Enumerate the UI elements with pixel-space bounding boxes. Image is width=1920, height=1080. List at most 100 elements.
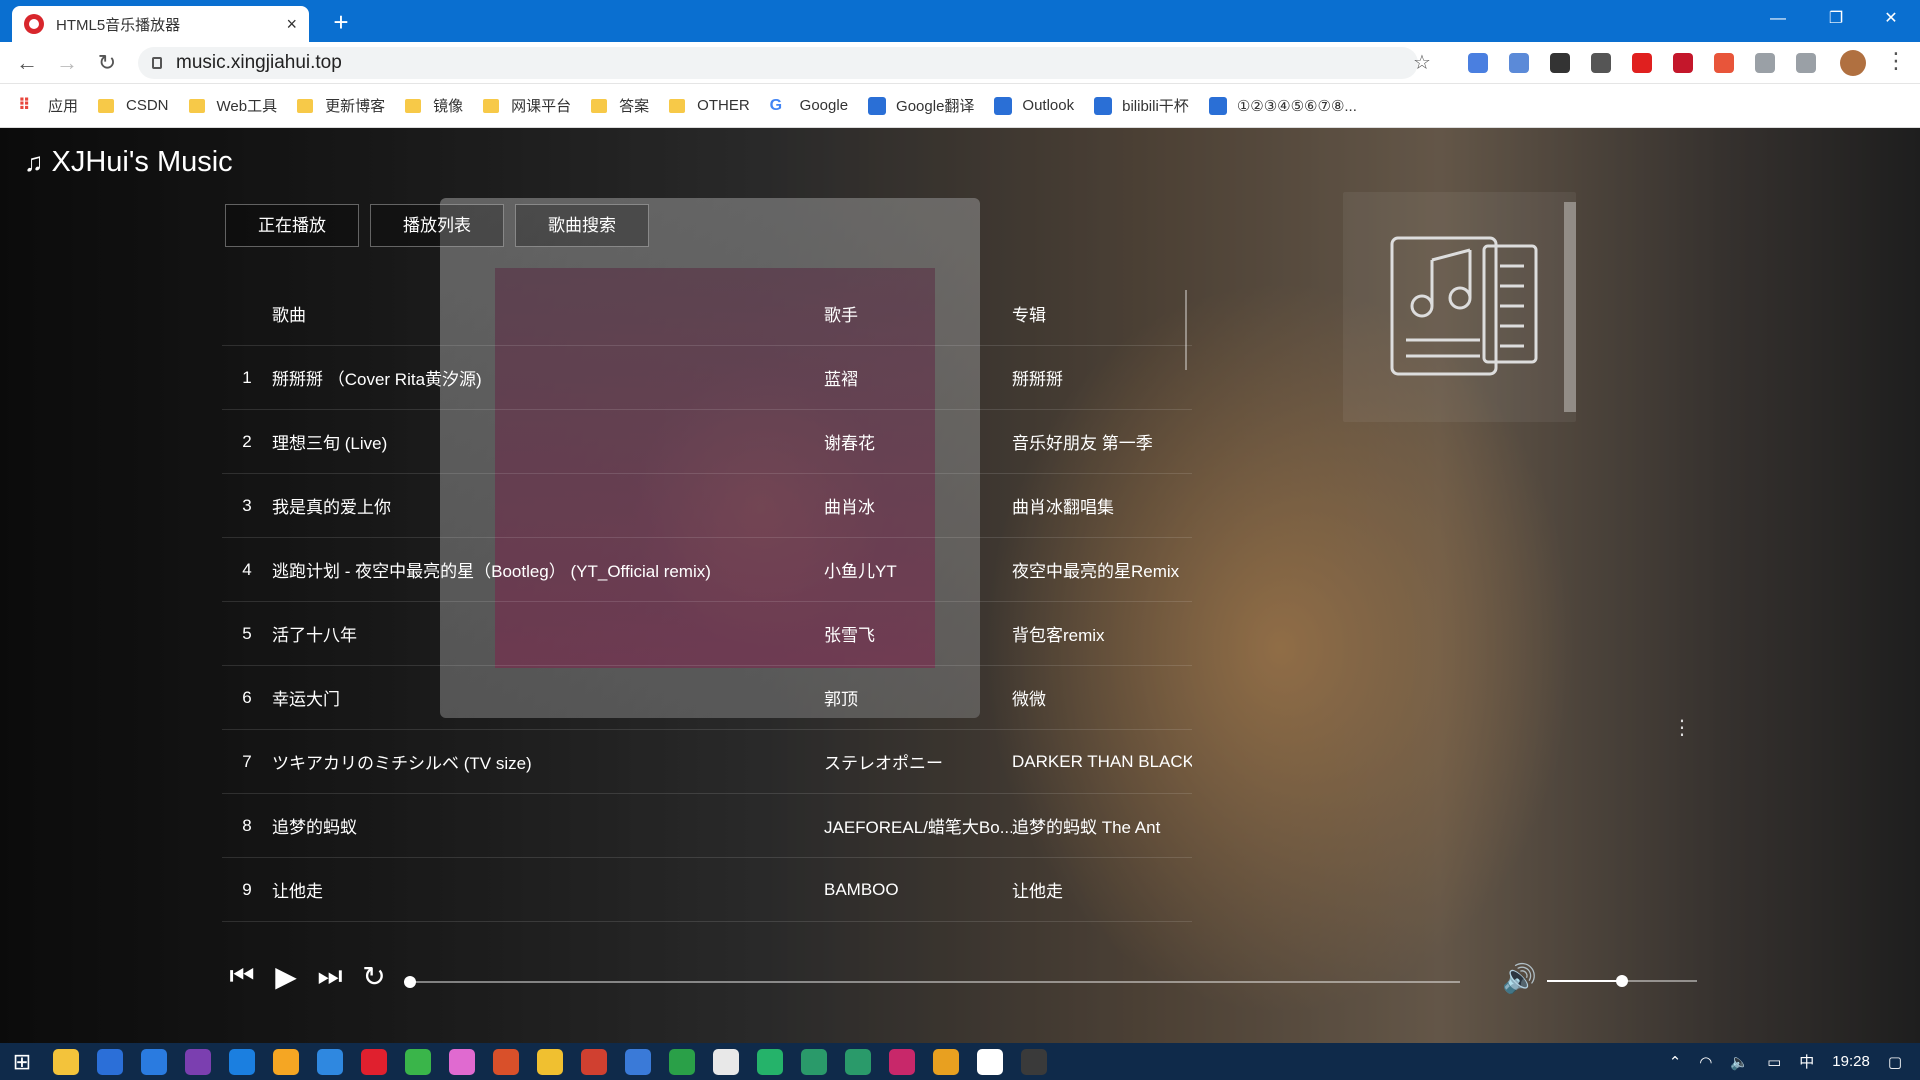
notification-icon[interactable]: ▢ <box>1888 1053 1902 1071</box>
taskbar-app-icon[interactable] <box>977 1048 1003 1075</box>
tab-close-icon[interactable]: × <box>286 14 297 35</box>
taskbar-app-icon[interactable] <box>581 1048 607 1075</box>
restore-icon[interactable]: ❐ <box>1807 0 1865 38</box>
taskbar-app-icon[interactable] <box>141 1048 167 1075</box>
song-row[interactable]: 2 理想三旬 (Live) 谢春花 音乐好朋友 第一季 <box>222 410 1192 474</box>
extension-icon[interactable] <box>1632 53 1652 73</box>
song-title: 掰掰掰 （Cover Rita黄汐源) <box>272 370 482 389</box>
clock[interactable]: 19:28 <box>1832 1053 1870 1070</box>
taskbar-app-icon[interactable] <box>801 1048 827 1075</box>
song-row[interactable]: 9 让他走 BAMBOO 让他走 <box>222 858 1192 922</box>
ime-indicator[interactable]: 中 <box>1799 1051 1814 1072</box>
song-row[interactable]: 7 ツキアカリのミチシルベ (TV size) ステレオポニー DARKER THAN… <box>222 730 1192 794</box>
music-player-page: ♫ XJHui's Music 正在播放 播放列表 歌曲搜索 歌曲 歌手 专辑 … <box>0 128 1920 1043</box>
tab-playlist[interactable]: 播放列表 <box>370 204 504 247</box>
taskbar-app-icon[interactable] <box>53 1048 79 1075</box>
next-icon[interactable]: ⏭ <box>308 960 352 993</box>
new-tab-button[interactable]: + <box>325 6 357 38</box>
bookmark-star-icon[interactable]: ☆ <box>1413 50 1431 75</box>
window-close-icon[interactable]: ✕ <box>1862 0 1920 38</box>
bookmark-item[interactable]: Web工具 <box>188 95 277 116</box>
bookmark-item[interactable]: Google翻译 <box>868 95 974 116</box>
taskbar-app-icon[interactable] <box>1021 1048 1047 1075</box>
wifi-icon[interactable]: ◠ <box>1699 1053 1712 1071</box>
song-album: 夜空中最亮的星Remix <box>1012 562 1180 581</box>
bookmark-item[interactable]: G Google <box>770 97 848 115</box>
extension-icon[interactable] <box>1468 53 1488 73</box>
taskbar-app-icon[interactable] <box>757 1048 783 1075</box>
bookmark-item[interactable]: 答案 <box>591 95 649 116</box>
back-icon[interactable]: ← <box>12 48 42 78</box>
song-row[interactable]: 5 活了十八年 张雪飞 背包客remix <box>222 602 1192 666</box>
taskbar-app-icon[interactable] <box>537 1048 563 1075</box>
song-row[interactable]: 6 幸运大门 郭顶 微微 <box>222 666 1192 730</box>
bookmark-item[interactable]: CSDN <box>98 97 169 114</box>
taskbar-app-icon[interactable] <box>845 1048 871 1075</box>
taskbar-app-icon[interactable] <box>669 1048 695 1075</box>
profile-avatar[interactable] <box>1840 50 1866 76</box>
omnibox[interactable]: music.xingjiahui.top <box>138 47 1418 79</box>
bookmark-item[interactable]: 更新博客 <box>297 95 385 116</box>
extension-icon[interactable] <box>1591 53 1611 73</box>
minimize-icon[interactable]: — <box>1749 0 1807 38</box>
song-row[interactable]: 1 掰掰掰 （Cover Rita黄汐源) 蓝褶 掰掰掰 <box>222 346 1192 410</box>
song-row[interactable]: 4 逃跑计划 - 夜空中最亮的星（Bootleg） (YT_Official re… <box>222 538 1192 602</box>
taskbar-app-icon[interactable] <box>713 1048 739 1075</box>
song-album: 追梦的蚂蚁 The Ant <box>1012 818 1161 837</box>
song-number: 6 <box>242 687 252 707</box>
extension-icon[interactable] <box>1673 53 1693 73</box>
extension-icon[interactable] <box>1714 53 1734 73</box>
battery-icon[interactable]: ▭ <box>1767 1053 1781 1071</box>
extension-icon[interactable] <box>1509 53 1529 73</box>
cover-scrollbar[interactable] <box>1564 202 1576 412</box>
repeat-icon[interactable]: ↻ <box>352 960 396 993</box>
menu-kebab-icon[interactable]: ⋮ <box>1885 48 1907 74</box>
taskbar-app-icon[interactable] <box>625 1048 651 1075</box>
song-row[interactable]: 3 我是真的爱上你 曲肖冰 曲肖冰翻唱集 <box>222 474 1192 538</box>
taskbar-app-icon[interactable] <box>317 1048 343 1075</box>
progress-knob[interactable] <box>404 976 416 988</box>
tab-search[interactable]: 歌曲搜索 <box>515 204 649 247</box>
taskbar-app-icon[interactable] <box>229 1048 255 1075</box>
bookmark-item[interactable]: bilibili干杯 <box>1094 95 1189 116</box>
speaker-icon[interactable]: 🔈 <box>1730 1053 1749 1071</box>
song-number: 2 <box>242 431 252 451</box>
folder-icon <box>669 98 686 113</box>
bookmark-item[interactable]: 镜像 <box>405 95 463 116</box>
bookmark-label: 镜像 <box>433 98 464 115</box>
more-options-icon[interactable]: ⋮ <box>1672 713 1692 743</box>
browser-tab[interactable]: HTML5音乐播放器 × <box>12 6 309 42</box>
extension-icon[interactable] <box>1550 53 1570 73</box>
bookmark-item[interactable]: 网课平台 <box>483 95 571 116</box>
volume-icon[interactable]: 🔊 <box>1502 962 1537 995</box>
tab-now-playing[interactable]: 正在播放 <box>225 204 359 247</box>
extension-icon[interactable] <box>1755 53 1775 73</box>
volume-knob[interactable] <box>1616 975 1628 987</box>
taskbar-app-icon[interactable] <box>361 1048 387 1075</box>
taskbar-app-icon[interactable] <box>405 1048 431 1075</box>
folder-icon <box>188 98 205 113</box>
forward-icon[interactable]: → <box>52 48 82 78</box>
windows-start-icon[interactable]: ⊞ <box>0 1043 44 1080</box>
taskbar-app-icon[interactable] <box>889 1048 915 1075</box>
list-scrollbar[interactable] <box>1185 290 1187 370</box>
play-icon[interactable]: ▶ <box>264 960 308 993</box>
bookmark-item[interactable]: ⠿ 应用 <box>18 95 78 116</box>
song-row[interactable]: 8 追梦的蚂蚁 JAEFOREAL/蜡笔大Bo... 追梦的蚂蚁 The Ant <box>222 794 1192 858</box>
taskbar-app-icon[interactable] <box>273 1048 299 1075</box>
reload-icon[interactable]: ↻ <box>92 48 122 78</box>
bookmark-item[interactable]: Outlook <box>994 96 1074 115</box>
taskbar-app-icon[interactable] <box>97 1048 123 1075</box>
taskbar-app-icon[interactable] <box>493 1048 519 1075</box>
song-artist: 小鱼儿YT <box>824 562 897 581</box>
bookmark-item[interactable]: ①②③④⑤⑥⑦⑧... <box>1208 96 1357 115</box>
progress-bar[interactable] <box>404 976 1460 988</box>
taskbar-app-icon[interactable] <box>185 1048 211 1075</box>
bookmark-item[interactable]: OTHER <box>669 97 750 114</box>
previous-icon[interactable]: ⏮ <box>220 960 264 993</box>
taskbar-app-icon[interactable] <box>449 1048 475 1075</box>
taskbar-app-icon[interactable] <box>933 1048 959 1075</box>
tray-chevron-icon[interactable]: ⌃ <box>1669 1053 1682 1071</box>
extension-icon[interactable] <box>1796 53 1816 73</box>
volume-slider[interactable] <box>1547 975 1697 987</box>
